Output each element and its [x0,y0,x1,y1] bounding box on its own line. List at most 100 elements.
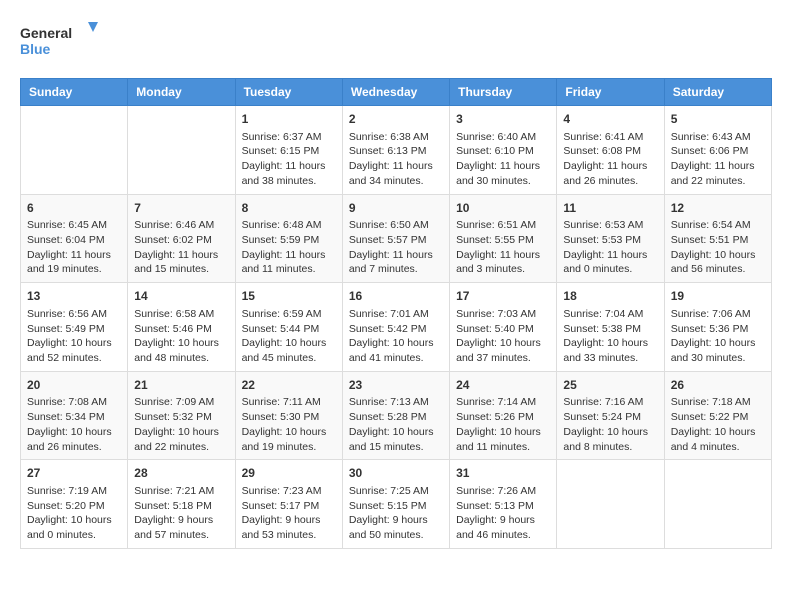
calendar-cell: 17Sunrise: 7:03 AM Sunset: 5:40 PM Dayli… [450,283,557,372]
day-number: 4 [563,111,657,128]
day-number: 8 [242,200,336,217]
day-number: 28 [134,465,228,482]
calendar-table: SundayMondayTuesdayWednesdayThursdayFrid… [20,78,772,549]
calendar-cell: 13 Sunrise: 6:56 AM Sunset: 5:49 PM Dayli… [21,283,128,372]
day-info: Sunrise: 7:06 AM Sunset: 5:36 PM Dayligh… [671,307,765,366]
weekday-header-monday: Monday [128,79,235,106]
day-number: 30 [349,465,443,482]
day-info: Sunrise: 7:04 AM Sunset: 5:38 PM Dayligh… [563,307,657,366]
calendar-cell: 6Sunrise: 6:45 AM Sunset: 6:04 PM Daylig… [21,194,128,283]
day-info: Sunrise: 6:43 AM Sunset: 6:06 PM Dayligh… [671,130,765,189]
calendar-cell: 28 Sunrise: 7:21 AM Sunset: 5:18 PM Dayli… [128,460,235,549]
calendar-week-5: 27Sunrise: 7:19 AM Sunset: 5:20 PM Dayli… [21,460,772,549]
calendar-cell: 8Sunrise: 6:48 AM Sunset: 5:59 PM Daylig… [235,194,342,283]
day-info: Sunrise: 7:11 AM Sunset: 5:30 PM Dayligh… [242,395,336,454]
weekday-header-friday: Friday [557,79,664,106]
day-info: Sunrise: 7:26 AM Sunset: 5:13 PM Dayligh… [456,484,550,543]
day-number: 31 [456,465,550,482]
day-number: 2 [349,111,443,128]
day-number: 26 [671,377,765,394]
calendar-cell: 2 Sunrise: 6:38 AM Sunset: 6:13 PM Daylig… [342,106,449,195]
day-info: Sunrise: 6:37 AM Sunset: 6:15 PM Dayligh… [242,130,336,189]
day-info: Sunrise: 6:58 AM Sunset: 5:46 PM Dayligh… [134,307,228,366]
day-info: Sunrise: 7:23 AM Sunset: 5:17 PM Dayligh… [242,484,336,543]
day-info: Sunrise: 6:48 AM Sunset: 5:59 PM Dayligh… [242,218,336,277]
day-number: 9 [349,200,443,217]
day-info: Sunrise: 7:21 AM Sunset: 5:18 PM Dayligh… [134,484,228,543]
svg-text:Blue: Blue [20,41,51,57]
calendar-cell: 12Sunrise: 6:54 AM Sunset: 5:51 PM Dayli… [664,194,771,283]
calendar-cell: 23Sunrise: 7:13 AM Sunset: 5:28 PM Dayli… [342,371,449,460]
day-info: Sunrise: 6:59 AM Sunset: 5:44 PM Dayligh… [242,307,336,366]
day-info: Sunrise: 6:38 AM Sunset: 6:13 PM Dayligh… [349,130,443,189]
calendar-week-4: 20Sunrise: 7:08 AM Sunset: 5:34 PM Dayli… [21,371,772,460]
day-info: Sunrise: 6:41 AM Sunset: 6:08 PM Dayligh… [563,130,657,189]
day-number: 7 [134,200,228,217]
day-info: Sunrise: 6:54 AM Sunset: 5:51 PM Dayligh… [671,218,765,277]
day-number: 6 [27,200,121,217]
day-number: 21 [134,377,228,394]
day-number: 19 [671,288,765,305]
day-number: 24 [456,377,550,394]
day-info: Sunrise: 7:14 AM Sunset: 5:26 PM Dayligh… [456,395,550,454]
day-number: 13 [27,288,121,305]
day-number: 12 [671,200,765,217]
calendar-cell: 7Sunrise: 6:46 AM Sunset: 6:02 PM Daylig… [128,194,235,283]
calendar-body: 1 Sunrise: 6:37 AM Sunset: 6:15 PM Daylig… [21,106,772,549]
weekday-header-saturday: Saturday [664,79,771,106]
calendar-cell: 11Sunrise: 6:53 AM Sunset: 5:53 PM Dayli… [557,194,664,283]
calendar-cell: 25Sunrise: 7:16 AM Sunset: 5:24 PM Dayli… [557,371,664,460]
day-number: 3 [456,111,550,128]
calendar-cell [664,460,771,549]
calendar-cell: 5 Sunrise: 6:43 AM Sunset: 6:06 PM Daylig… [664,106,771,195]
day-info: Sunrise: 6:53 AM Sunset: 5:53 PM Dayligh… [563,218,657,277]
calendar-cell: 24Sunrise: 7:14 AM Sunset: 5:26 PM Dayli… [450,371,557,460]
day-info: Sunrise: 7:18 AM Sunset: 5:22 PM Dayligh… [671,395,765,454]
weekday-header-row: SundayMondayTuesdayWednesdayThursdayFrid… [21,79,772,106]
day-number: 23 [349,377,443,394]
calendar-week-2: 6Sunrise: 6:45 AM Sunset: 6:04 PM Daylig… [21,194,772,283]
calendar-cell [557,460,664,549]
calendar-cell: 1 Sunrise: 6:37 AM Sunset: 6:15 PM Daylig… [235,106,342,195]
day-info: Sunrise: 6:46 AM Sunset: 6:02 PM Dayligh… [134,218,228,277]
calendar-cell: 3 Sunrise: 6:40 AM Sunset: 6:10 PM Daylig… [450,106,557,195]
calendar-cell: 31 Sunrise: 7:26 AM Sunset: 5:13 PM Dayli… [450,460,557,549]
weekday-header-tuesday: Tuesday [235,79,342,106]
day-info: Sunrise: 7:01 AM Sunset: 5:42 PM Dayligh… [349,307,443,366]
weekday-header-thursday: Thursday [450,79,557,106]
calendar-cell: 21Sunrise: 7:09 AM Sunset: 5:32 PM Dayli… [128,371,235,460]
svg-text:General: General [20,25,72,41]
logo: General Blue [20,20,100,62]
day-number: 18 [563,288,657,305]
calendar-cell: 14Sunrise: 6:58 AM Sunset: 5:46 PM Dayli… [128,283,235,372]
day-number: 15 [242,288,336,305]
day-number: 16 [349,288,443,305]
calendar-cell: 15 Sunrise: 6:59 AM Sunset: 5:44 PM Dayli… [235,283,342,372]
day-info: Sunrise: 7:08 AM Sunset: 5:34 PM Dayligh… [27,395,121,454]
day-number: 10 [456,200,550,217]
day-number: 27 [27,465,121,482]
day-info: Sunrise: 7:13 AM Sunset: 5:28 PM Dayligh… [349,395,443,454]
day-info: Sunrise: 6:56 AM Sunset: 5:49 PM Dayligh… [27,307,121,366]
calendar-cell: 26Sunrise: 7:18 AM Sunset: 5:22 PM Dayli… [664,371,771,460]
day-info: Sunrise: 7:09 AM Sunset: 5:32 PM Dayligh… [134,395,228,454]
day-number: 1 [242,111,336,128]
weekday-header-wednesday: Wednesday [342,79,449,106]
weekday-header-sunday: Sunday [21,79,128,106]
logo-svg: General Blue [20,20,100,62]
day-number: 11 [563,200,657,217]
day-number: 17 [456,288,550,305]
calendar-cell: 30 Sunrise: 7:25 AM Sunset: 5:15 PM Dayli… [342,460,449,549]
day-info: Sunrise: 7:25 AM Sunset: 5:15 PM Dayligh… [349,484,443,543]
calendar-cell: 27Sunrise: 7:19 AM Sunset: 5:20 PM Dayli… [21,460,128,549]
page-header: General Blue [20,20,772,62]
day-info: Sunrise: 6:40 AM Sunset: 6:10 PM Dayligh… [456,130,550,189]
calendar-week-3: 13 Sunrise: 6:56 AM Sunset: 5:49 PM Dayli… [21,283,772,372]
day-number: 5 [671,111,765,128]
calendar-cell: 9Sunrise: 6:50 AM Sunset: 5:57 PM Daylig… [342,194,449,283]
calendar-cell: 20Sunrise: 7:08 AM Sunset: 5:34 PM Dayli… [21,371,128,460]
calendar-cell [128,106,235,195]
day-info: Sunrise: 6:45 AM Sunset: 6:04 PM Dayligh… [27,218,121,277]
day-number: 22 [242,377,336,394]
calendar-cell: 29Sunrise: 7:23 AM Sunset: 5:17 PM Dayli… [235,460,342,549]
